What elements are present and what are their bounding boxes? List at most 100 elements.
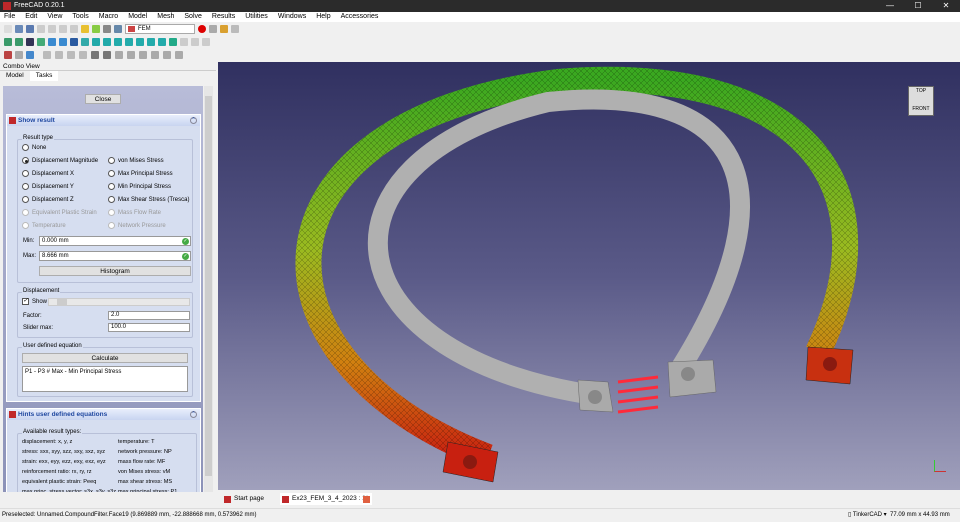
menu-model[interactable]: Model: [128, 12, 147, 22]
slider-handle[interactable]: [57, 299, 67, 305]
stop-macro-icon[interactable]: [209, 24, 217, 33]
run-solver-icon[interactable]: [127, 50, 135, 59]
menu-file[interactable]: File: [4, 12, 15, 22]
menu-accessories[interactable]: Accessories: [341, 12, 379, 22]
navigation-style-selector[interactable]: ▯ TinkerCAD ▾: [848, 509, 887, 522]
radio-min-principal[interactable]: Min Principal Stress: [108, 183, 171, 190]
task-scrollbar[interactable]: [204, 86, 213, 492]
link-icon[interactable]: [202, 37, 210, 46]
menu-results[interactable]: Results: [212, 12, 235, 22]
close-window-button[interactable]: ✕: [932, 0, 960, 12]
radio-displacement-x[interactable]: Displacement X: [22, 170, 74, 177]
constraint-icon[interactable]: [43, 50, 51, 59]
forward-icon[interactable]: [59, 37, 67, 46]
views-icon[interactable]: [70, 37, 78, 46]
solver-icon[interactable]: [115, 50, 123, 59]
menu-macro[interactable]: Macro: [99, 12, 118, 22]
tab-start-page[interactable]: Start page: [222, 493, 274, 505]
solid-icon[interactable]: [26, 50, 34, 59]
filter-icon[interactable]: [151, 50, 159, 59]
mesh-icon[interactable]: [91, 50, 99, 59]
collapse-icon[interactable]: ⌃: [190, 411, 197, 418]
menu-utilities[interactable]: Utilities: [245, 12, 268, 22]
undo-icon[interactable]: [81, 24, 89, 33]
radio-displacement-y[interactable]: Displacement Y: [22, 183, 74, 190]
group-icon[interactable]: [191, 37, 199, 46]
equation-textarea[interactable]: P1 - P3 # Max - Min Principal Stress: [22, 366, 188, 392]
menu-tools[interactable]: Tools: [72, 12, 88, 22]
refresh-icon[interactable]: [103, 24, 111, 33]
radio-max-principal[interactable]: Max Principal Stress: [108, 170, 173, 177]
3d-viewport[interactable]: TOP FRONT: [218, 62, 960, 490]
clip-icon[interactable]: [163, 50, 171, 59]
close-tab-icon[interactable]: [363, 496, 370, 503]
left-view-icon[interactable]: [158, 37, 166, 46]
radio-displacement-magnitude[interactable]: Displacement Magnitude: [22, 157, 98, 164]
macros-icon[interactable]: [220, 24, 228, 33]
rear-view-icon[interactable]: [136, 37, 144, 46]
workbench-selector[interactable]: FEM: [125, 23, 195, 34]
displacement-slider[interactable]: [48, 298, 190, 306]
fit-selection-icon[interactable]: [15, 37, 23, 46]
whats-this-icon[interactable]: [114, 24, 122, 33]
radio-displacement-z[interactable]: Displacement Z: [22, 196, 74, 203]
menu-help[interactable]: Help: [316, 12, 330, 22]
pressure-icon[interactable]: [79, 50, 87, 59]
fixed-constraint-icon[interactable]: [55, 50, 63, 59]
max-input[interactable]: 8.666 mm ✓: [39, 251, 191, 261]
histogram-button[interactable]: Histogram: [39, 266, 191, 276]
tab-tasks[interactable]: Tasks: [29, 71, 59, 81]
analysis-icon[interactable]: [4, 50, 12, 59]
menu-view[interactable]: View: [47, 12, 62, 22]
menu-solve[interactable]: Solve: [184, 12, 202, 22]
calculate-button[interactable]: Calculate: [22, 353, 188, 363]
save-icon[interactable]: [26, 24, 34, 33]
menu-edit[interactable]: Edit: [25, 12, 37, 22]
cut-icon[interactable]: [48, 24, 56, 33]
zoom-icon[interactable]: [81, 37, 89, 46]
radio-none[interactable]: None: [22, 144, 46, 151]
top-view-icon[interactable]: [114, 37, 122, 46]
radio-von-mises[interactable]: von Mises Stress: [108, 157, 164, 164]
menu-windows[interactable]: Windows: [278, 12, 306, 22]
collapse-icon[interactable]: ⌃: [190, 117, 197, 124]
show-checkbox[interactable]: ✓ Show: [22, 298, 47, 305]
draw-style-icon[interactable]: [26, 37, 34, 46]
min-input[interactable]: 0.000 mm ✓: [39, 236, 191, 246]
radio-max-shear[interactable]: Max Shear Stress (Tresca): [108, 196, 189, 203]
minimize-button[interactable]: —: [876, 0, 904, 12]
menu-mesh[interactable]: Mesh: [157, 12, 174, 22]
factor-input[interactable]: 2.0: [108, 311, 190, 320]
nav-cube-front[interactable]: FRONT: [909, 105, 933, 113]
maximize-button[interactable]: ☐: [904, 0, 932, 12]
navigation-cube[interactable]: TOP FRONT: [900, 76, 940, 126]
bottom-view-icon[interactable]: [147, 37, 155, 46]
part-icon[interactable]: [180, 37, 188, 46]
warp-icon[interactable]: [175, 50, 183, 59]
tab-document[interactable]: Ex23_FEM_3_4_2023 : 1*: [280, 493, 372, 505]
print-icon[interactable]: [37, 24, 45, 33]
paste-icon[interactable]: [70, 24, 78, 33]
results-icon[interactable]: [139, 50, 147, 59]
run-macro-icon[interactable]: [231, 24, 239, 33]
open-icon[interactable]: [15, 24, 23, 33]
record-macro-icon[interactable]: [198, 24, 206, 33]
isometric-icon[interactable]: [92, 37, 100, 46]
scrollbar-thumb[interactable]: [205, 96, 212, 476]
tab-model[interactable]: Model: [0, 71, 30, 81]
fit-all-icon[interactable]: [4, 37, 12, 46]
measure-icon[interactable]: [169, 37, 177, 46]
new-icon[interactable]: [4, 24, 12, 33]
force-icon[interactable]: [67, 50, 75, 59]
material-icon[interactable]: [15, 50, 23, 59]
mesh-region-icon[interactable]: [103, 50, 111, 59]
bounding-box-icon[interactable]: [37, 37, 45, 46]
front-view-icon[interactable]: [103, 37, 111, 46]
close-button[interactable]: Close: [85, 94, 121, 104]
nav-cube-top[interactable]: TOP: [909, 87, 933, 95]
slider-max-input[interactable]: 100.0: [108, 323, 190, 332]
copy-icon[interactable]: [59, 24, 67, 33]
back-icon[interactable]: [48, 37, 56, 46]
right-view-icon[interactable]: [125, 37, 133, 46]
redo-icon[interactable]: [92, 24, 100, 33]
